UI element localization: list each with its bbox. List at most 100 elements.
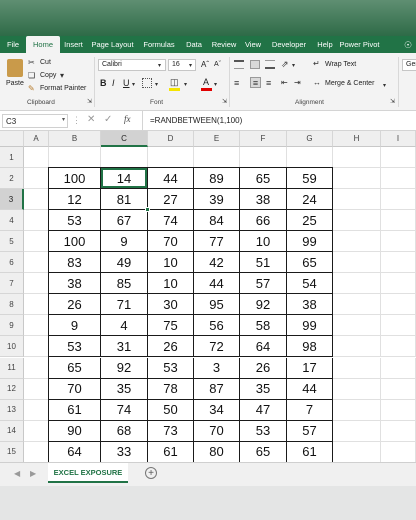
table-cell[interactable]: 64: [49, 441, 101, 463]
row-header-13[interactable]: 13: [0, 399, 24, 421]
table-cell[interactable]: 25: [287, 210, 333, 232]
cell[interactable]: [24, 378, 49, 400]
row-header-15[interactable]: 15: [0, 441, 24, 463]
formula-input[interactable]: =RANDBETWEEN(1,100): [150, 116, 242, 125]
enter-icon[interactable]: ✓: [104, 114, 112, 125]
cell[interactable]: [381, 252, 416, 274]
dialog-launcher-icon[interactable]: ⇲: [222, 97, 227, 107]
table-cell[interactable]: 39: [194, 189, 240, 211]
table-cell[interactable]: 9: [101, 231, 148, 253]
cell[interactable]: [333, 147, 381, 169]
tab-insert[interactable]: Insert: [60, 36, 87, 53]
table-cell[interactable]: 30: [148, 294, 194, 316]
underline-button[interactable]: U: [123, 78, 130, 88]
sheet-tab-excel-exposure[interactable]: EXCEL EXPOSURE: [48, 463, 128, 483]
table-cell[interactable]: 95: [194, 294, 240, 316]
paste-button[interactable]: Paste: [6, 80, 24, 87]
cell[interactable]: [381, 210, 416, 232]
cell[interactable]: [333, 420, 381, 442]
add-sheet-icon[interactable]: +: [145, 467, 157, 479]
table-cell[interactable]: 54: [287, 273, 333, 295]
table-cell[interactable]: 10: [240, 231, 287, 253]
column-header-e[interactable]: E: [194, 131, 240, 147]
number-format-select[interactable]: Ger: [402, 59, 416, 71]
table-cell[interactable]: 35: [101, 378, 148, 400]
cell[interactable]: [333, 357, 381, 379]
chevron-down-icon[interactable]: ▾: [189, 61, 192, 71]
table-cell[interactable]: 61: [148, 441, 194, 463]
cell[interactable]: [381, 231, 416, 253]
cell[interactable]: [24, 210, 49, 232]
table-cell[interactable]: 61: [49, 399, 101, 421]
row-header-10[interactable]: 10: [0, 336, 24, 358]
selected-cell[interactable]: 14: [101, 168, 148, 190]
table-cell[interactable]: 89: [194, 168, 240, 190]
cell[interactable]: [381, 420, 416, 442]
table-cell[interactable]: 57: [240, 273, 287, 295]
table-cell[interactable]: 31: [101, 336, 148, 358]
merge-center-button[interactable]: Merge & Center: [325, 80, 374, 87]
table-cell[interactable]: 90: [49, 420, 101, 442]
cell[interactable]: [333, 294, 381, 316]
table-cell[interactable]: 71: [101, 294, 148, 316]
table-cell[interactable]: 44: [148, 168, 194, 190]
cell[interactable]: [333, 252, 381, 274]
cell[interactable]: [333, 168, 381, 190]
orientation-icon[interactable]: ⇗: [281, 59, 289, 69]
table-cell[interactable]: 53: [49, 336, 101, 358]
chevron-down-icon[interactable]: ▾: [292, 61, 295, 71]
align-left-icon[interactable]: ≡: [234, 78, 239, 88]
column-header-d[interactable]: D: [148, 131, 194, 147]
table-cell[interactable]: 47: [240, 399, 287, 421]
scroll-right-icon[interactable]: ▶: [30, 469, 36, 478]
select-all-corner[interactable]: [0, 131, 24, 147]
table-cell[interactable]: 99: [287, 231, 333, 253]
row-header-6[interactable]: 6: [0, 252, 24, 274]
row-header-12[interactable]: 12: [0, 378, 24, 400]
table-cell[interactable]: 38: [240, 189, 287, 211]
tab-developer[interactable]: Developer: [266, 36, 312, 53]
align-center-icon[interactable]: ≡: [250, 77, 261, 88]
table-cell[interactable]: 57: [287, 420, 333, 442]
column-header-a[interactable]: A: [24, 131, 49, 147]
table-cell[interactable]: 80: [194, 441, 240, 463]
cell[interactable]: [24, 147, 49, 169]
cell[interactable]: [24, 420, 49, 442]
tab-file[interactable]: File: [0, 36, 26, 53]
tab-review[interactable]: Review: [208, 36, 240, 53]
cancel-icon[interactable]: ✕: [87, 114, 95, 125]
row-header-3[interactable]: 3: [0, 189, 24, 211]
chevron-down-icon[interactable]: ▾: [155, 80, 158, 90]
wrap-text-button[interactable]: Wrap Text: [325, 61, 356, 68]
copy-icon[interactable]: ❏: [28, 71, 35, 81]
tab-view[interactable]: View: [240, 36, 266, 53]
cell[interactable]: [287, 147, 333, 169]
table-cell[interactable]: 27: [148, 189, 194, 211]
table-cell[interactable]: 26: [148, 336, 194, 358]
table-cell[interactable]: 35: [240, 378, 287, 400]
cell[interactable]: [148, 147, 194, 169]
cell[interactable]: [194, 147, 240, 169]
table-cell[interactable]: 81: [101, 189, 148, 211]
cell[interactable]: [333, 231, 381, 253]
table-cell[interactable]: 12: [49, 189, 101, 211]
tab-home[interactable]: Home: [26, 36, 60, 53]
table-cell[interactable]: 92: [240, 294, 287, 316]
table-cell[interactable]: 65: [49, 357, 101, 379]
fill-handle[interactable]: [145, 207, 150, 213]
cell[interactable]: [333, 441, 381, 463]
tab-data[interactable]: Data: [180, 36, 208, 53]
table-cell[interactable]: 65: [287, 252, 333, 274]
cell[interactable]: [381, 336, 416, 358]
table-cell[interactable]: 70: [148, 231, 194, 253]
row-header-11[interactable]: 11: [0, 357, 24, 379]
increase-indent-icon[interactable]: ⇥: [294, 78, 301, 88]
cell[interactable]: [240, 147, 287, 169]
cell[interactable]: [381, 441, 416, 463]
cell[interactable]: [381, 399, 416, 421]
table-cell[interactable]: 34: [194, 399, 240, 421]
table-cell[interactable]: 33: [101, 441, 148, 463]
row-header-7[interactable]: 7: [0, 273, 24, 295]
table-cell[interactable]: 53: [49, 210, 101, 232]
cell[interactable]: [333, 315, 381, 337]
